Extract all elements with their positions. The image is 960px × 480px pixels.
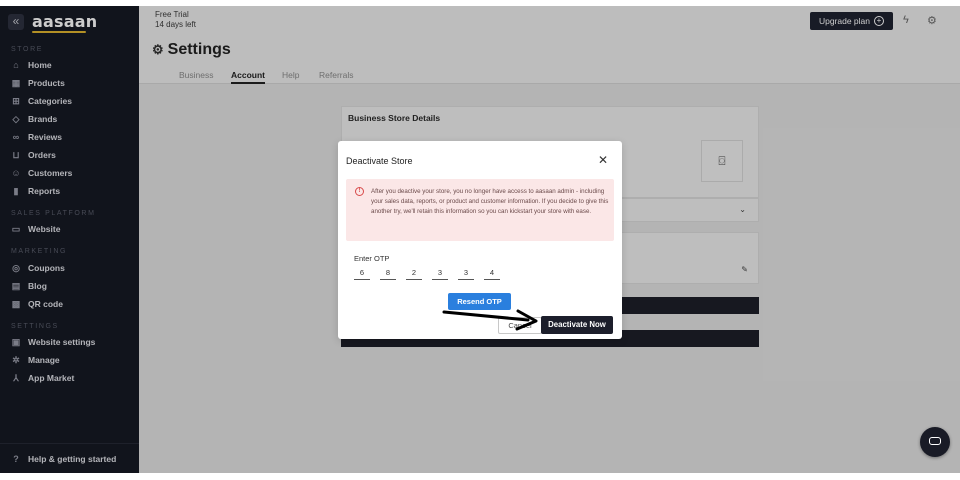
chat-button[interactable]: [920, 427, 950, 457]
chat-icon: [929, 437, 941, 445]
otp-digit-input[interactable]: 8: [380, 267, 396, 280]
alert-icon: !: [355, 187, 364, 196]
close-icon[interactable]: ✕: [598, 153, 608, 167]
otp-label: Enter OTP: [354, 254, 390, 263]
warning-alert: ! After you deactive your store, you no …: [346, 179, 614, 241]
otp-digit-input[interactable]: 3: [458, 267, 474, 280]
otp-digit-input[interactable]: 2: [406, 267, 422, 280]
otp-digit-input[interactable]: 4: [484, 267, 500, 280]
modal-title: Deactivate Store: [346, 156, 413, 166]
deactivate-now-button[interactable]: Deactivate Now: [541, 316, 613, 334]
pointer-arrow-icon: [442, 309, 538, 331]
otp-digit-input[interactable]: 3: [432, 267, 448, 280]
warning-text: After you deactive your store, you no lo…: [371, 188, 609, 215]
app-frame: « aasaan STORE ⌂ Home ▦ Products ⊞ Categori…: [0, 6, 960, 473]
otp-digit-input[interactable]: 6: [354, 267, 370, 280]
